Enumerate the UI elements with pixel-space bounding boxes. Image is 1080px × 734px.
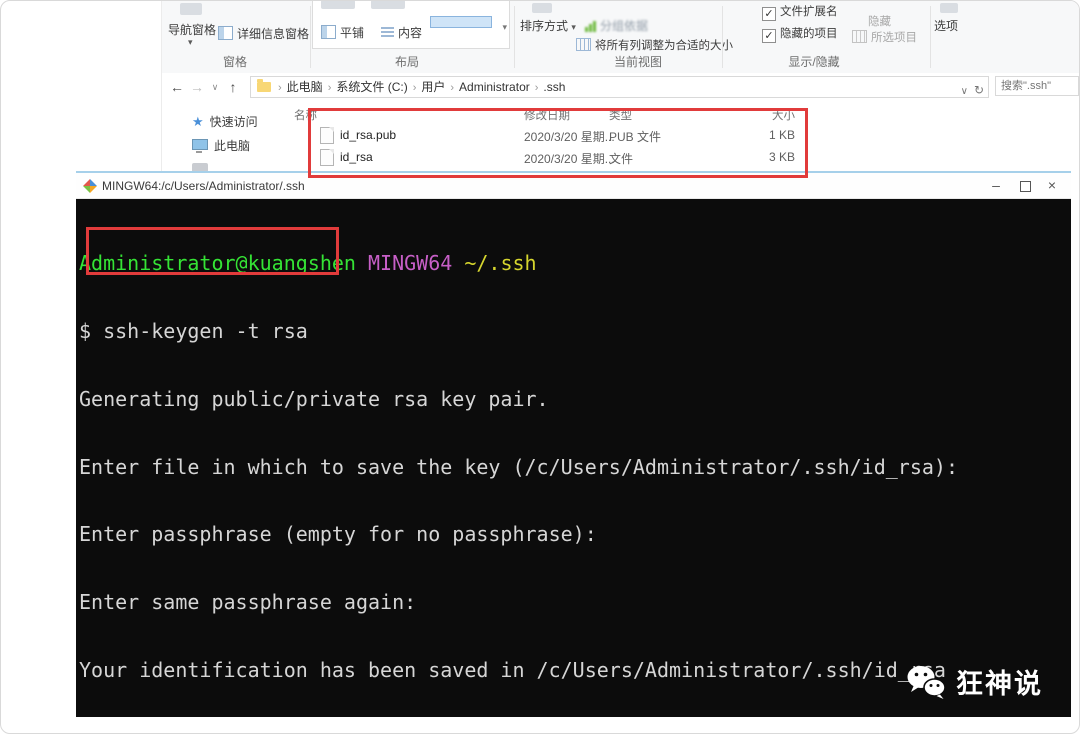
annotation-box-command [86,227,339,275]
output-line: Enter file in which to save the key (/c/… [79,454,958,479]
refresh-icon[interactable]: ↻ [974,80,984,100]
chevron-right-icon: › [412,82,417,94]
chevron-right-icon: › [327,82,332,94]
group-by-button[interactable]: 分组依据 [584,17,648,34]
hidden-items-checkbox[interactable]: ✓ 隐藏的项目 [762,25,838,43]
hide-selected-button: 隐藏 [868,16,891,28]
view-tiles-button[interactable]: 平铺 [321,24,364,41]
screenshot-frame: 导航窗格 ▾ 详细信息窗格 窗格 平铺 内容 ▾ 布局 排序方式 ▾ 分组依据 … [0,0,1080,734]
terminal-output: Administrator@kuangshen MINGW64 ~/.ssh $… [79,207,970,717]
cutoff-icon [180,3,202,15]
nav-pane-label: 导航窗格 [168,23,217,37]
chevron-down-icon[interactable]: ▾ [188,37,193,48]
output-line: Generating public/private rsa key pair. [79,386,549,411]
prompt-env: MINGW64 [368,251,453,276]
output-line: Your identification has been saved in /c… [79,657,946,682]
search-input[interactable] [995,76,1079,96]
command-line: $ ssh-keygen -t rsa [79,318,308,343]
nav-pane-button[interactable]: 导航窗格 [168,21,216,38]
columns-grid-icon [576,38,591,51]
chevron-down-icon: ▾ [571,22,576,32]
watermark: 狂神说 [906,662,1043,701]
ribbon-divider [310,6,311,68]
chevron-right-icon: › [278,82,282,94]
minimize-button[interactable]: – [981,173,1011,198]
output-line: Enter same passphrase again: [79,590,417,615]
address-dropdown-icon[interactable]: ∨ [961,82,968,102]
ribbon-divider [930,6,931,68]
gallery-more-icon[interactable]: ▾ [502,22,507,33]
chevron-right-icon: › [534,82,539,94]
wechat-icon [907,665,946,699]
cutoff-icon [532,3,552,13]
size-all-columns-button[interactable]: 将所有列调整为合适的大小 [576,37,733,53]
file-extensions-checkbox[interactable]: ✓ 文件扩展名 [762,3,838,21]
hide-selected-button-line2: 所选项目 [852,29,917,45]
cutoff-icon [940,3,958,13]
view-content-button[interactable]: 内容 [381,24,422,41]
terminal-body[interactable]: Administrator@kuangshen MINGW64 ~/.ssh $… [76,199,1071,717]
watermark-brand: 狂神说 [956,669,1043,699]
mingw-app-icon [83,179,97,193]
maximize-button[interactable] [1020,181,1031,192]
breadcrumb[interactable]: › 此电脑 › 系统文件 (C:) › 用户 › Administrator › .ssh ∨ ↻ [250,76,989,98]
gallery-scroll-thumb[interactable] [430,16,492,28]
hide-selected-icon [852,30,867,43]
sort-by-button[interactable]: 排序方式 ▾ [520,17,576,34]
details-pane-icon [218,26,233,40]
breadcrumb-administrator[interactable]: Administrator [459,80,530,94]
explorer-ribbon: 导航窗格 ▾ 详细信息窗格 窗格 平铺 内容 ▾ 布局 排序方式 ▾ 分组依据 … [162,1,1079,74]
group-label-pane: 窗格 [222,55,247,69]
terminal-title: MINGW64:/c/Users/Administrator/.ssh [102,179,305,193]
cutoff-icon [371,1,405,9]
tiles-icon [321,25,336,39]
explorer-address-bar: ← → ∨ ↑ › 此电脑 › 系统文件 (C:) › 用户 › Administrator ›… [162,73,1079,101]
breadcrumb-c-drive[interactable]: 系统文件 (C:) [336,80,407,94]
cutoff-icon [321,1,355,9]
back-icon[interactable]: ← [168,73,186,101]
layout-gallery: 平铺 内容 ▾ [312,1,510,49]
chevron-right-icon: › [450,82,455,94]
breadcrumb-ssh[interactable]: .ssh [543,80,565,94]
group-by-icon [584,20,597,32]
close-button[interactable]: × [1037,173,1067,198]
sidebar-item-this-pc[interactable]: 此电脑 [192,137,250,154]
group-label-current-view: 当前视图 [613,55,662,69]
content-icon [381,27,394,39]
output-line: Enter passphrase (empty for no passphras… [79,522,597,547]
computer-icon [192,139,208,153]
folder-icon [257,79,271,92]
breadcrumb-this-pc[interactable]: 此电脑 [287,80,323,94]
forward-icon[interactable]: → [188,73,206,101]
ribbon-divider [722,6,723,68]
star-icon: ★ [192,114,204,129]
prompt-path: ~/.ssh [464,251,537,276]
sidebar-item-quick-access[interactable]: ★ 快速访问 [192,113,258,130]
annotation-box-files [308,108,808,178]
group-label-show-hide: 显示/隐藏 [788,55,840,69]
recent-dropdown-icon[interactable]: ∨ [206,73,224,101]
checkbox-checked-icon[interactable]: ✓ [762,29,776,43]
options-button[interactable]: 选项 [934,17,958,34]
breadcrumb-users[interactable]: 用户 [421,80,445,94]
checkbox-checked-icon[interactable]: ✓ [762,7,776,21]
group-label-layout: 布局 [394,55,419,69]
details-pane-button[interactable]: 详细信息窗格 [218,25,309,42]
up-icon[interactable]: ↑ [224,73,242,101]
ribbon-divider [514,6,515,68]
